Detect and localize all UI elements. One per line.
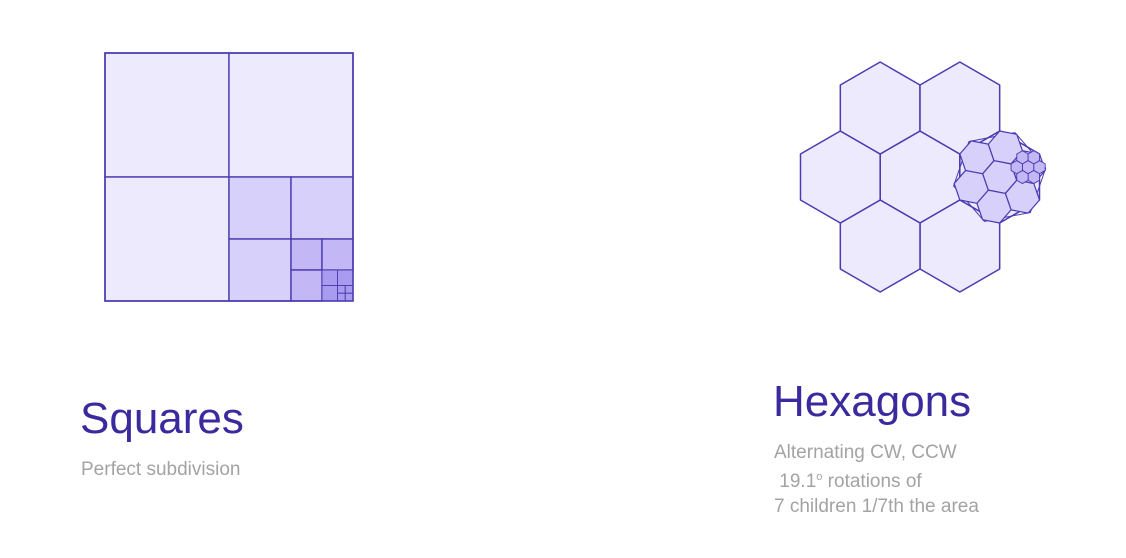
hexagons-title: Hexagons — [773, 377, 972, 426]
squares-subtitle: Perfect subdivision — [81, 459, 241, 480]
hexagons-subtitle: Alternating CW, CCW 19.1o rotations of 7… — [774, 440, 979, 519]
hexagons-subtitle-line-3: 7 children 1/7th the area — [774, 496, 979, 517]
squares-title: Squares — [80, 394, 244, 443]
hexagons-subtitle-line-2: 19.1o rotations of — [774, 465, 979, 494]
hexagon-grandchild-cell — [1027, 169, 1040, 185]
hexagon-grandchild-cell — [1016, 150, 1029, 165]
hexagons-subtitle-line-1: Alternating CW, CCW — [774, 442, 957, 463]
hexagon-grandchild-cell — [1027, 150, 1040, 165]
rotation-angle: 19.1 — [774, 471, 817, 492]
rotations-text: rotations of — [822, 471, 922, 492]
